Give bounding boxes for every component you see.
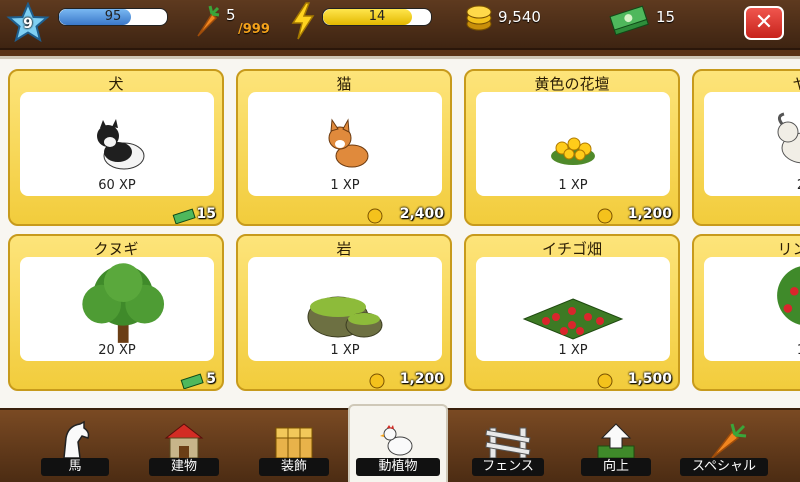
energy-value: 14 bbox=[368, 9, 386, 24]
carrot-icon bbox=[197, 5, 220, 37]
tab-label: 馬 bbox=[41, 458, 109, 476]
tab-upgrades[interactable]: 向上 bbox=[576, 410, 656, 482]
item-title: 黄色の花壇 bbox=[534, 75, 610, 93]
energy-bar: 14 bbox=[322, 8, 432, 26]
coin-icon bbox=[367, 208, 383, 224]
item-price: 2,400 bbox=[399, 206, 444, 222]
item-xp: 60 XP bbox=[98, 178, 136, 193]
cash-icon bbox=[180, 373, 204, 389]
item-image-area: 1 XP bbox=[248, 92, 442, 196]
coin-icon bbox=[597, 373, 613, 389]
item-image-area: 1 XP bbox=[476, 257, 670, 361]
xp-value: 95 bbox=[104, 9, 122, 24]
dog-icon bbox=[97, 119, 145, 170]
chicken-icon bbox=[380, 425, 413, 456]
item-xp: 1 bbox=[704, 343, 800, 358]
item-title: リンゴ bbox=[777, 240, 800, 258]
item-xp: 20 XP bbox=[98, 343, 136, 358]
item-title: ヤ bbox=[694, 73, 800, 94]
tab-label: スペシャル bbox=[680, 458, 768, 476]
carrot-count: 5 bbox=[226, 6, 236, 24]
flowerbed-icon bbox=[551, 137, 595, 165]
shop-item-card[interactable]: 猫 1 XP 2,400 bbox=[236, 69, 452, 226]
goat-icon bbox=[777, 112, 800, 164]
item-title: 犬 bbox=[108, 75, 124, 93]
item-xp: 1 XP bbox=[558, 178, 588, 193]
item-image-area: 2 bbox=[704, 92, 800, 196]
item-price: 15 bbox=[196, 206, 216, 222]
category-tab-bar: 馬 建物 装飾 動植物 フェンス 向上 スペシャル bbox=[0, 404, 800, 482]
apple-tree-icon bbox=[777, 266, 800, 325]
tab-horses[interactable]: 馬 bbox=[36, 410, 114, 482]
cash-count: 15 bbox=[656, 8, 676, 26]
cash-stack-icon bbox=[609, 5, 649, 36]
item-image-area: 1 XP bbox=[476, 92, 670, 196]
shop-item-card[interactable]: イチゴ畑 1 XP 1,500 bbox=[464, 234, 680, 391]
shop-item-card[interactable]: クヌギ 20 XP 5 bbox=[8, 234, 224, 391]
item-image-area: 20 XP bbox=[20, 257, 214, 361]
shop-item-card[interactable]: 岩 1 XP 1,200 bbox=[236, 234, 452, 391]
item-price: 1,500 bbox=[627, 371, 672, 387]
item-image-area: 1 bbox=[704, 257, 800, 361]
coin-stack-icon bbox=[466, 5, 492, 31]
cat-icon bbox=[328, 118, 369, 168]
item-title: イチゴ畑 bbox=[541, 240, 602, 258]
cash-icon bbox=[172, 208, 196, 224]
carrot-icon bbox=[711, 423, 747, 459]
rock-icon bbox=[307, 296, 383, 338]
strawberry-field-icon bbox=[522, 298, 624, 340]
item-image-area: 1 XP bbox=[248, 257, 442, 361]
tab-buildings[interactable]: 建物 bbox=[144, 410, 224, 482]
shop-item-card[interactable]: リンゴ 1 bbox=[692, 234, 800, 391]
item-xp: 1 XP bbox=[330, 178, 360, 193]
item-price: 1,200 bbox=[627, 206, 672, 222]
coin-icon bbox=[597, 208, 613, 224]
close-icon: ✕ bbox=[754, 10, 774, 35]
item-price: 1,200 bbox=[399, 371, 444, 387]
tab-special[interactable]: スペシャル bbox=[678, 410, 770, 482]
upgrade-arrow-icon bbox=[597, 423, 635, 459]
tab-label: 動植物 bbox=[356, 458, 440, 476]
barn-icon bbox=[164, 423, 204, 459]
tab-label: 装飾 bbox=[259, 458, 329, 476]
carrot-max: /999 bbox=[238, 22, 270, 37]
item-price: 5 bbox=[206, 371, 216, 387]
tab-decorations[interactable]: 装飾 bbox=[254, 410, 334, 482]
xp-bar: 95 bbox=[58, 8, 168, 26]
item-title: クヌギ bbox=[93, 240, 139, 258]
item-image-area: 60 XP bbox=[20, 92, 214, 196]
item-title: 岩 bbox=[336, 240, 352, 258]
tab-fences[interactable]: フェンス bbox=[470, 410, 546, 482]
level-number: 9 bbox=[23, 16, 33, 32]
shop-item-card[interactable]: ヤ 2 bbox=[692, 69, 800, 226]
item-xp: 1 XP bbox=[558, 343, 588, 358]
close-button[interactable]: ✕ bbox=[744, 6, 784, 40]
top-hud: 9 95 5 /999 14 9,540 15 ✕ bbox=[0, 0, 800, 50]
horse-icon bbox=[63, 420, 90, 459]
tab-label: 建物 bbox=[149, 458, 219, 476]
tab-animals-plants[interactable]: 動植物 bbox=[348, 404, 448, 482]
coin-count: 9,540 bbox=[498, 8, 541, 26]
shop-panel: 犬 60 XP 15 猫 1 XP 2,400 黄色の花壇 1 XP 1,200… bbox=[0, 56, 800, 411]
lightning-icon bbox=[291, 2, 315, 40]
shop-item-card[interactable]: 犬 60 XP 15 bbox=[8, 69, 224, 226]
shop-item-card[interactable]: 黄色の花壇 1 XP 1,200 bbox=[464, 69, 680, 226]
item-xp: 1 XP bbox=[330, 343, 360, 358]
item-xp: 2 bbox=[704, 178, 800, 193]
tab-label: 向上 bbox=[581, 458, 651, 476]
fence-icon bbox=[485, 427, 531, 459]
tab-label: フェンス bbox=[472, 458, 544, 476]
hay-bale-icon bbox=[275, 427, 313, 459]
coin-icon bbox=[369, 373, 385, 389]
tree-icon bbox=[82, 263, 165, 343]
item-title: 猫 bbox=[336, 75, 352, 93]
